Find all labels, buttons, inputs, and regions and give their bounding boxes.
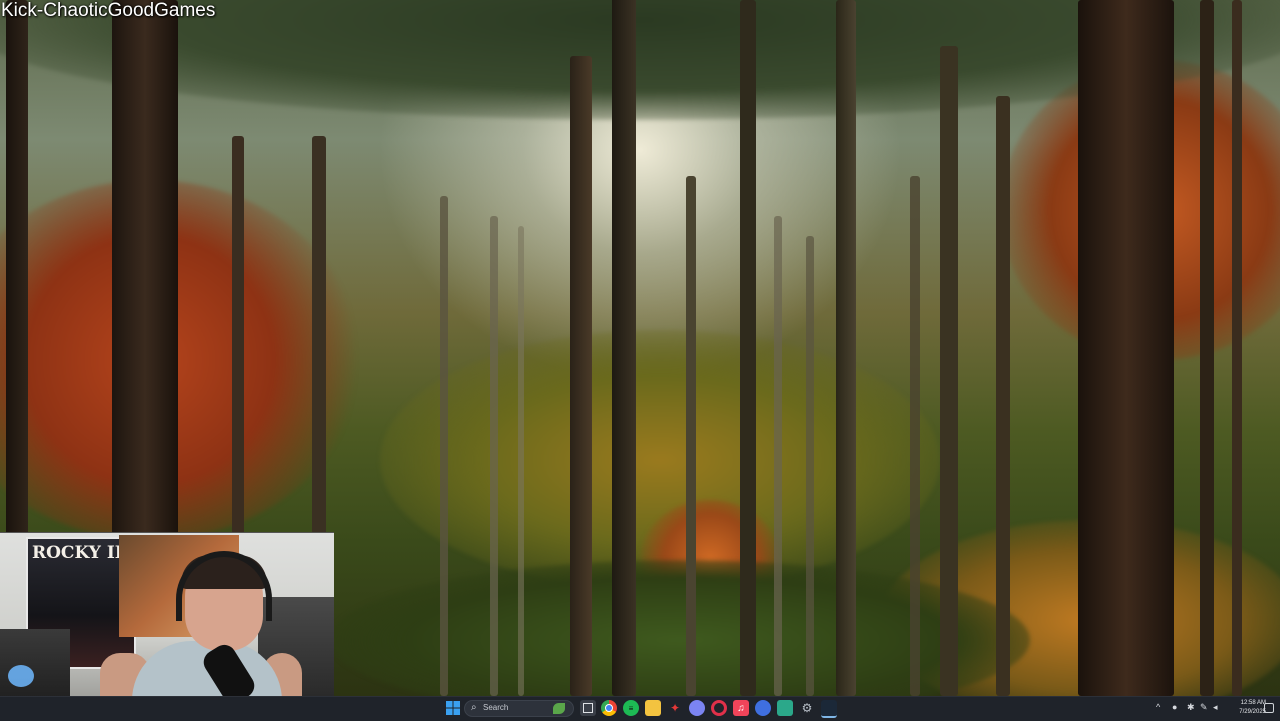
desk-light [8,665,34,687]
discord-icon[interactable] [689,700,705,716]
tree-trunk [940,46,958,696]
tree-trunk [1200,0,1214,696]
tree-trunk [774,216,782,696]
tree-trunk [996,96,1010,696]
steam-icon[interactable] [821,700,837,718]
taskbar-clock[interactable]: 12:58 AM 7/29/2025 [1220,699,1266,717]
volume-icon[interactable]: ◂ [1213,702,1218,713]
notification-icon[interactable] [1264,703,1274,713]
terminal-icon[interactable] [777,700,793,716]
tree-trunk [910,176,920,696]
foliage-left [0,180,360,540]
chrome-icon[interactable] [601,700,617,716]
taskbar: ⌕ Search ≡ ✦ ♫ ⚙ ^ ● ✱ ✎ ◂ 12:58 AM 7/29… [0,696,1280,721]
file-explorer-icon[interactable] [645,700,661,716]
poster-title: ROCKY II [32,543,123,563]
search-icon: ⌕ [471,702,477,713]
windows-start-icon[interactable] [445,700,461,716]
tree-trunk [490,216,498,696]
taskbar-search[interactable]: ⌕ Search [464,700,574,717]
tray-overflow-chevron-icon[interactable]: ^ [1156,702,1160,712]
media-app-icon[interactable] [755,700,771,716]
tree-trunk [440,196,448,696]
tree-trunk [1078,0,1174,696]
webcam-overlay: ROCKY II [0,532,334,721]
task-view-icon[interactable] [580,700,596,716]
clock-time: 12:58 AM [1240,700,1266,706]
search-highlight-leaf-icon [553,703,565,714]
apple-music-icon[interactable]: ♫ [733,700,749,716]
tree-trunk [1232,0,1242,696]
network-icon[interactable]: ● [1172,702,1177,712]
spotify-icon[interactable]: ≡ [623,700,639,716]
tree-trunk [740,0,756,696]
red-app-icon[interactable]: ✦ [667,700,683,716]
tree-trunk [518,226,524,696]
channel-watermark: Kick-ChaoticGoodGames [1,0,216,21]
settings-gear-icon[interactable]: ⚙ [799,700,815,716]
pen-icon[interactable]: ✎ [1200,702,1208,713]
tree-trunk [806,236,814,696]
opera-gx-icon[interactable] [711,700,727,716]
search-placeholder: Search [483,703,509,712]
tree-trunk [612,0,636,696]
tree-trunk [836,0,856,696]
tree-trunk [570,56,592,696]
bluetooth-icon[interactable]: ✱ [1187,702,1195,713]
clock-date: 7/29/2025 [1239,709,1266,715]
tree-trunk [686,176,696,696]
